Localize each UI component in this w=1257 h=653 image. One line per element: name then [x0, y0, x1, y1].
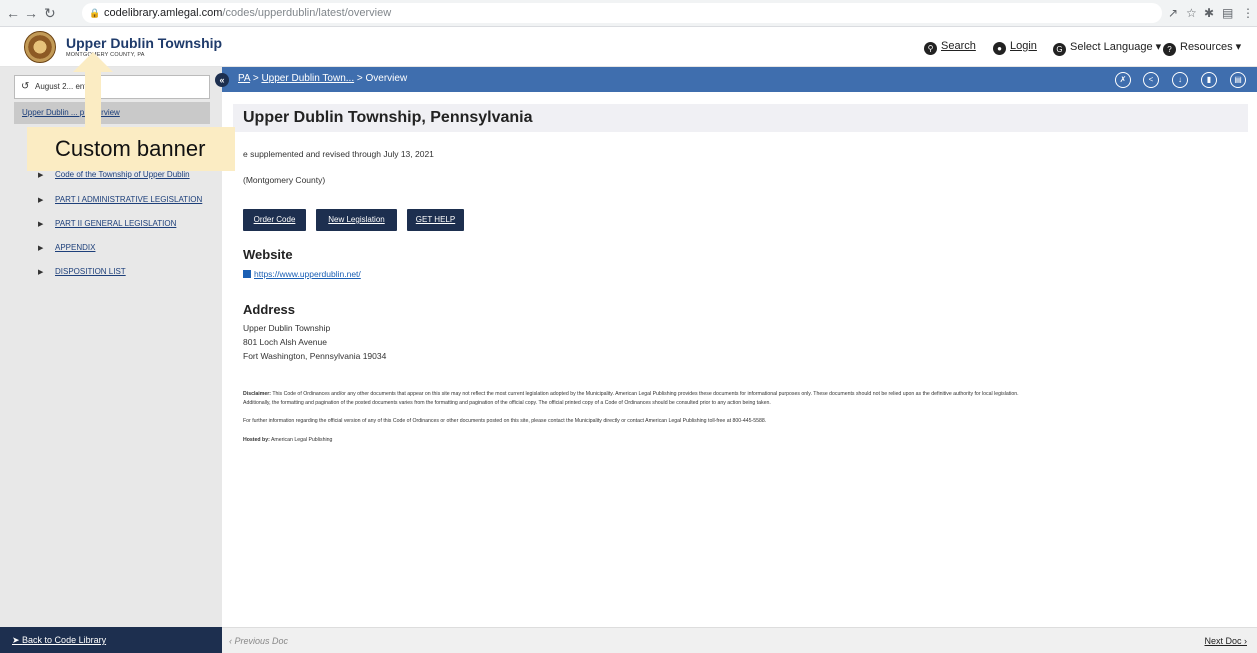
sidebar-item-part-2[interactable]: PART II GENERAL LEGISLATION: [55, 219, 176, 228]
order-code-button[interactable]: Order Code: [243, 209, 306, 231]
breadcrumb-state[interactable]: PA: [238, 73, 250, 84]
external-link-icon: [243, 270, 251, 278]
expand-arrow-icon[interactable]: ▶: [38, 220, 43, 228]
address-bar[interactable]: 🔒 codelibrary.amlegal.com/codes/upperdub…: [82, 3, 1162, 23]
expand-arrow-icon[interactable]: ▶: [38, 171, 43, 179]
version-date-select[interactable]: ↺ August 2... ent): [14, 75, 210, 99]
language-select[interactable]: G Select Language ▾: [1053, 40, 1161, 56]
footer-right: ‹ Previous Doc Next Doc ›: [222, 627, 1257, 653]
sidebar-item-part-1[interactable]: PART I ADMINISTRATIVE LEGISLATION: [55, 195, 202, 204]
page-title: Upper Dublin Township, Pennsylvania: [243, 109, 533, 126]
back-to-library-link[interactable]: ➤ Back to Code Library: [12, 635, 106, 646]
bookmark-icon[interactable]: ▮: [1201, 72, 1217, 88]
site-title[interactable]: Upper Dublin Township: [66, 35, 222, 51]
forward-arrow-icon[interactable]: →: [24, 5, 38, 21]
collapse-sidebar-icon[interactable]: «: [215, 73, 229, 87]
new-legislation-button[interactable]: New Legislation: [316, 209, 397, 231]
side-panel-icon[interactable]: ▤: [1222, 6, 1233, 20]
back-arrow-icon[interactable]: ←: [6, 5, 20, 21]
breadcrumb-town[interactable]: Upper Dublin Town...: [261, 73, 354, 84]
township-seal-icon[interactable]: [24, 31, 56, 63]
sidebar-item-disposition[interactable]: DISPOSITION LIST: [55, 267, 126, 276]
website-heading: Website: [243, 247, 293, 262]
user-icon: ●: [993, 42, 1006, 55]
footer-left: ➤ Back to Code Library: [0, 627, 222, 653]
hosted-by-text: Hosted by: American Legal Publishing: [243, 437, 333, 443]
share-icon[interactable]: <: [1143, 72, 1159, 88]
resources-menu[interactable]: ? Resources ▾: [1163, 40, 1241, 56]
custom-banner-callout: Custom banner: [27, 127, 235, 171]
disclaimer-line: Additionally, the formatting and paginat…: [243, 400, 771, 406]
next-doc-link[interactable]: Next Doc ›: [1204, 636, 1247, 646]
share-icon[interactable]: ↗: [1168, 6, 1178, 20]
address-line: Upper Dublin Township: [243, 323, 331, 333]
login-link[interactable]: ● Login: [993, 40, 1037, 55]
expand-arrow-icon[interactable]: ▶: [38, 268, 43, 276]
help-icon: ?: [1163, 43, 1176, 56]
history-icon: ↺: [21, 81, 30, 92]
search-icon: ⚲: [924, 42, 937, 55]
url-host: codelibrary.amlegal.com: [104, 7, 223, 19]
download-icon[interactable]: ↓: [1172, 72, 1188, 88]
callout-arrow-icon: [73, 52, 113, 72]
address-line: Fort Washington, Pennsylvania 19034: [243, 351, 387, 361]
browser-toolbar: ← → ↻ 🔒 codelibrary.amlegal.com/codes/up…: [0, 0, 1257, 27]
breadcrumb-current: > Overview: [356, 73, 408, 84]
bookmark-star-icon[interactable]: ☆: [1186, 6, 1197, 20]
extensions-icon[interactable]: ✱: [1204, 6, 1214, 20]
google-translate-icon: G: [1053, 43, 1066, 56]
expand-arrow-icon[interactable]: ▶: [38, 244, 43, 252]
site-header: Upper Dublin Township MONTGOMERY COUNTY,…: [0, 27, 1257, 67]
breadcrumb: PA > Upper Dublin Town... > Overview: [238, 73, 408, 84]
toggle-annotations-icon[interactable]: ✗: [1115, 72, 1131, 88]
previous-doc-link[interactable]: ‹ Previous Doc: [229, 636, 288, 646]
title-bar: Upper Dublin Township, Pennsylvania: [233, 104, 1248, 132]
callout-arrow-shaft: [85, 70, 101, 130]
lock-icon: 🔒: [89, 8, 101, 18]
disclaimer-line: Disclaimer: This Code of Ordinances and/…: [243, 391, 1019, 397]
county-text: (Montgomery County): [243, 175, 326, 185]
address-heading: Address: [243, 302, 296, 317]
expand-arrow-icon[interactable]: ▶: [38, 196, 43, 204]
get-help-button[interactable]: GET HELP: [407, 209, 464, 231]
print-icon[interactable]: ▤: [1230, 72, 1246, 88]
website-link[interactable]: https://www.upperdublin.net/: [243, 269, 361, 279]
url-path: /codes/upperdublin/latest/overview: [222, 7, 392, 19]
further-info-text: For further information regarding the of…: [243, 418, 767, 424]
sidebar-item-appendix[interactable]: APPENDIX: [55, 243, 95, 252]
sidebar-item-overview[interactable]: Upper Dublin ... p Overview: [14, 102, 210, 124]
address-line: 801 Loch Alsh Avenue: [243, 337, 327, 347]
menu-kebab-icon[interactable]: ⋮: [1242, 6, 1254, 20]
supplement-text: e supplemented and revised through July …: [243, 149, 434, 159]
search-link[interactable]: ⚲ Search: [924, 40, 976, 55]
sidebar-item-code[interactable]: Code of the Township of Upper Dublin: [55, 170, 190, 179]
breadcrumb-bar: PA > Upper Dublin Town... > Overview ✗ <…: [222, 67, 1257, 92]
reload-icon[interactable]: ↻: [44, 5, 56, 22]
